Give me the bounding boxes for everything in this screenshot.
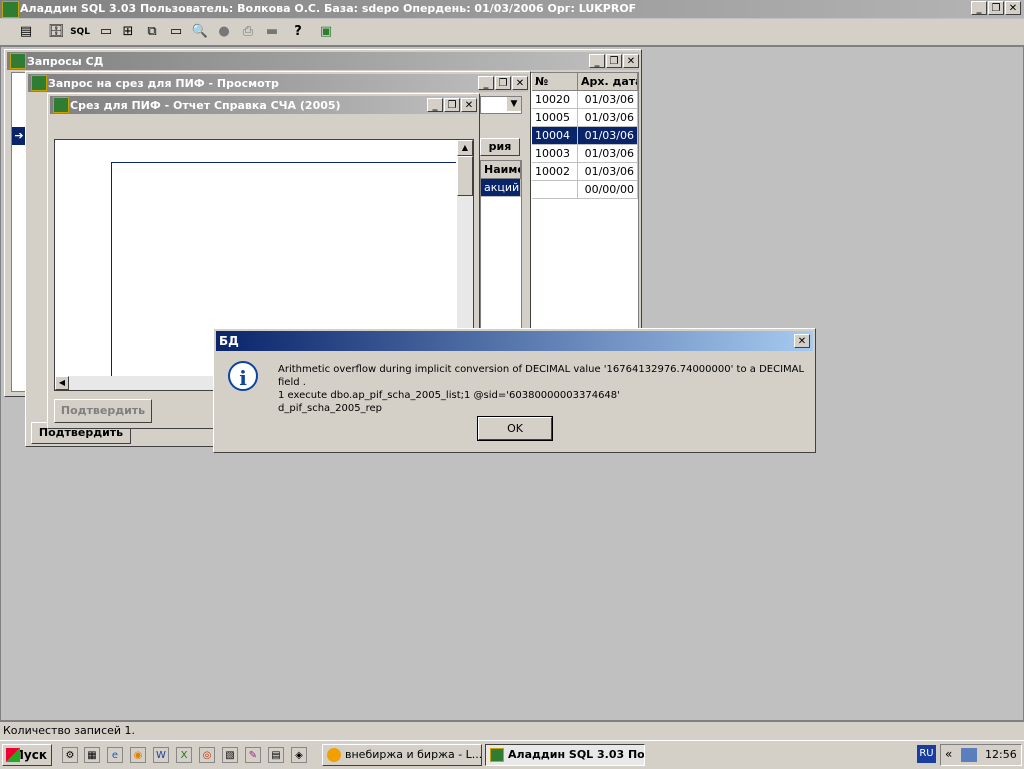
row-date-selected[interactable]: 01/03/06 — [578, 127, 638, 145]
close-button[interactable]: ✕ — [1005, 1, 1021, 15]
queries-maximize-button[interactable]: ❐ — [606, 54, 622, 68]
request-window-titlebar: Запрос на срез для ПИФ - Просмотр _ ❐ ✕ — [28, 74, 528, 92]
queries-minimize-button[interactable]: _ — [589, 54, 605, 68]
error-dialog: БД ✕ i Arithmetic overflow during implic… — [213, 328, 816, 453]
network-icon[interactable] — [961, 748, 977, 762]
toolbar-print-icon[interactable]: ⎙ — [238, 22, 258, 42]
taskbar-button-aladdin[interactable]: Аладдин SQL 3.03 По... — [485, 744, 645, 766]
error-dialog-title: БД — [219, 334, 239, 348]
chevron-down-icon[interactable]: ▼ — [507, 97, 521, 111]
error-line-2: 1 execute dbo.ap_pif_scha_2005_list;1 @s… — [278, 390, 620, 401]
scroll-left-icon[interactable]: ◀ — [55, 376, 69, 390]
row-date[interactable]: 01/03/06 — [578, 109, 638, 127]
toolbar-app-icon[interactable]: ▣ — [316, 22, 336, 42]
tab-category[interactable]: рия — [480, 138, 520, 156]
scroll-thumb[interactable] — [457, 156, 473, 196]
request-combo[interactable]: ▼ — [480, 96, 522, 114]
toolbar-database-icon[interactable]: 🗄 — [46, 22, 66, 42]
request-window-title: Запрос на срез для ПИФ - Просмотр — [48, 77, 279, 90]
row-no-selected[interactable]: 10004 — [532, 127, 578, 145]
aladdin-icon — [490, 748, 504, 762]
windows-logo-icon — [6, 748, 20, 762]
row-date[interactable]: 01/03/06 — [578, 163, 638, 181]
row-no[interactable] — [532, 181, 578, 199]
toolbar-sql-icon[interactable]: SQL — [70, 22, 90, 42]
taskbar-button-browser[interactable]: внебиржа и биржа - L... — [322, 744, 482, 766]
row-no[interactable]: 10003 — [532, 145, 578, 163]
restore-button[interactable]: ❐ — [988, 1, 1004, 15]
toolbar-window-icon[interactable]: ▭ — [96, 22, 116, 42]
report-confirm-button[interactable]: Подтвердить — [54, 399, 152, 423]
row-date[interactable]: 01/03/06 — [578, 91, 638, 109]
toolbar-binoculars-icon[interactable]: 🔍 — [190, 22, 210, 42]
main-toolbar: ▤ 🗄 SQL ▭ ⊞ ⧉ ▭ 🔍 ● ⎙ ▬ ? ▣ — [0, 19, 1024, 46]
error-dialog-titlebar: БД ✕ — [216, 331, 813, 351]
tray-expand-icon[interactable]: « — [945, 747, 952, 761]
quicklaunch-icon[interactable]: ✎ — [245, 747, 261, 763]
app-titlebar: Аладдин SQL 3.03 Пользователь: Волкова О… — [0, 0, 1024, 18]
taskbar-button-label: Аладдин SQL 3.03 По... — [508, 748, 645, 761]
language-indicator[interactable]: RU — [917, 745, 936, 763]
status-bar: Количество записей 1. — [0, 721, 1024, 740]
minimize-button[interactable]: _ — [971, 1, 987, 15]
start-button[interactable]: Пуск — [2, 744, 52, 766]
internet-explorer-icon[interactable]: e — [107, 747, 123, 763]
toolbar-list-icon[interactable]: ▤ — [16, 22, 36, 42]
report-close-button[interactable]: ✕ — [461, 98, 477, 112]
quicklaunch-icon[interactable]: ◈ — [291, 747, 307, 763]
app-icon — [2, 1, 19, 18]
word-icon[interactable]: W — [153, 747, 169, 763]
queries-window-icon — [10, 53, 26, 69]
row-no[interactable]: 10005 — [532, 109, 578, 127]
error-dialog-close-button[interactable]: ✕ — [794, 334, 810, 348]
queries-close-button[interactable]: ✕ — [623, 54, 639, 68]
toolbar-arrange-icon[interactable]: ▭ — [166, 22, 186, 42]
quicklaunch-icon[interactable]: ◉ — [130, 747, 146, 763]
scroll-up-icon[interactable]: ▲ — [457, 140, 473, 156]
excel-icon[interactable]: X — [176, 747, 192, 763]
report-maximize-button[interactable]: ❐ — [444, 98, 460, 112]
row-no[interactable]: 10020 — [532, 91, 578, 109]
taskbar: Пуск ⚙ ▦ e ◉ W X ◎ ▧ ✎ ▤ ◈ внебиржа и би… — [0, 740, 1024, 769]
error-line-3: d_pif_scha_2005_rep — [278, 403, 383, 414]
request-minimize-button[interactable]: _ — [478, 76, 494, 90]
quicklaunch-icon[interactable]: ◎ — [199, 747, 215, 763]
column-header-no[interactable]: № — [532, 73, 578, 91]
request-row-selected[interactable]: акций ' — [481, 179, 521, 197]
quicklaunch-icon[interactable]: ▤ — [268, 747, 284, 763]
taskbar-button-label: внебиржа и биржа - L... — [345, 748, 482, 761]
request-window-icon — [31, 75, 47, 91]
quicklaunch-icon[interactable]: ▧ — [222, 747, 238, 763]
ok-button[interactable]: OK — [477, 416, 553, 441]
row-date[interactable]: 01/03/06 — [578, 145, 638, 163]
system-tray: « 12:56 — [940, 744, 1022, 766]
quicklaunch-icon[interactable]: ⚙ — [62, 747, 78, 763]
row-pointer-icon: ➔ — [12, 127, 26, 145]
status-text: Количество записей 1. — [3, 724, 136, 737]
quicklaunch-icon[interactable]: ▦ — [84, 747, 100, 763]
row-no[interactable]: 10002 — [532, 163, 578, 181]
error-line-1: Arithmetic overflow during implicit conv… — [278, 364, 805, 388]
report-window-title: Срез для ПИФ - Отчет Справка СЧА (2005) — [70, 99, 341, 112]
request-maximize-button[interactable]: ❐ — [495, 76, 511, 90]
column-header-arch-date[interactable]: Арх. дата — [578, 73, 638, 91]
info-icon: i — [228, 361, 258, 391]
report-window-icon — [53, 97, 69, 113]
column-header-name[interactable]: Наимено — [481, 161, 521, 179]
error-message: Arithmetic overflow during implicit conv… — [278, 363, 808, 415]
report-window-titlebar: Срез для ПИФ - Отчет Справка СЧА (2005) … — [50, 96, 477, 114]
report-minimize-button[interactable]: _ — [427, 98, 443, 112]
queries-window-titlebar: Запросы СД _ ❐ ✕ — [7, 52, 639, 70]
app-title: Аладдин SQL 3.03 Пользователь: Волкова О… — [20, 2, 637, 15]
row-date[interactable]: 00/00/00 — [578, 181, 638, 199]
clock: 12:56 — [985, 748, 1017, 761]
toolbar-tile-icon[interactable]: ⊞ — [118, 22, 138, 42]
queries-window-title: Запросы СД — [27, 55, 104, 68]
toolbar-help-icon[interactable]: ? — [288, 22, 308, 42]
browser-icon — [327, 748, 341, 762]
toolbar-stop-icon[interactable]: ● — [214, 22, 234, 42]
toolbar-cascade-icon[interactable]: ⧉ — [142, 22, 162, 42]
request-close-button[interactable]: ✕ — [512, 76, 528, 90]
toolbar-folder-icon[interactable]: ▬ — [262, 22, 282, 42]
